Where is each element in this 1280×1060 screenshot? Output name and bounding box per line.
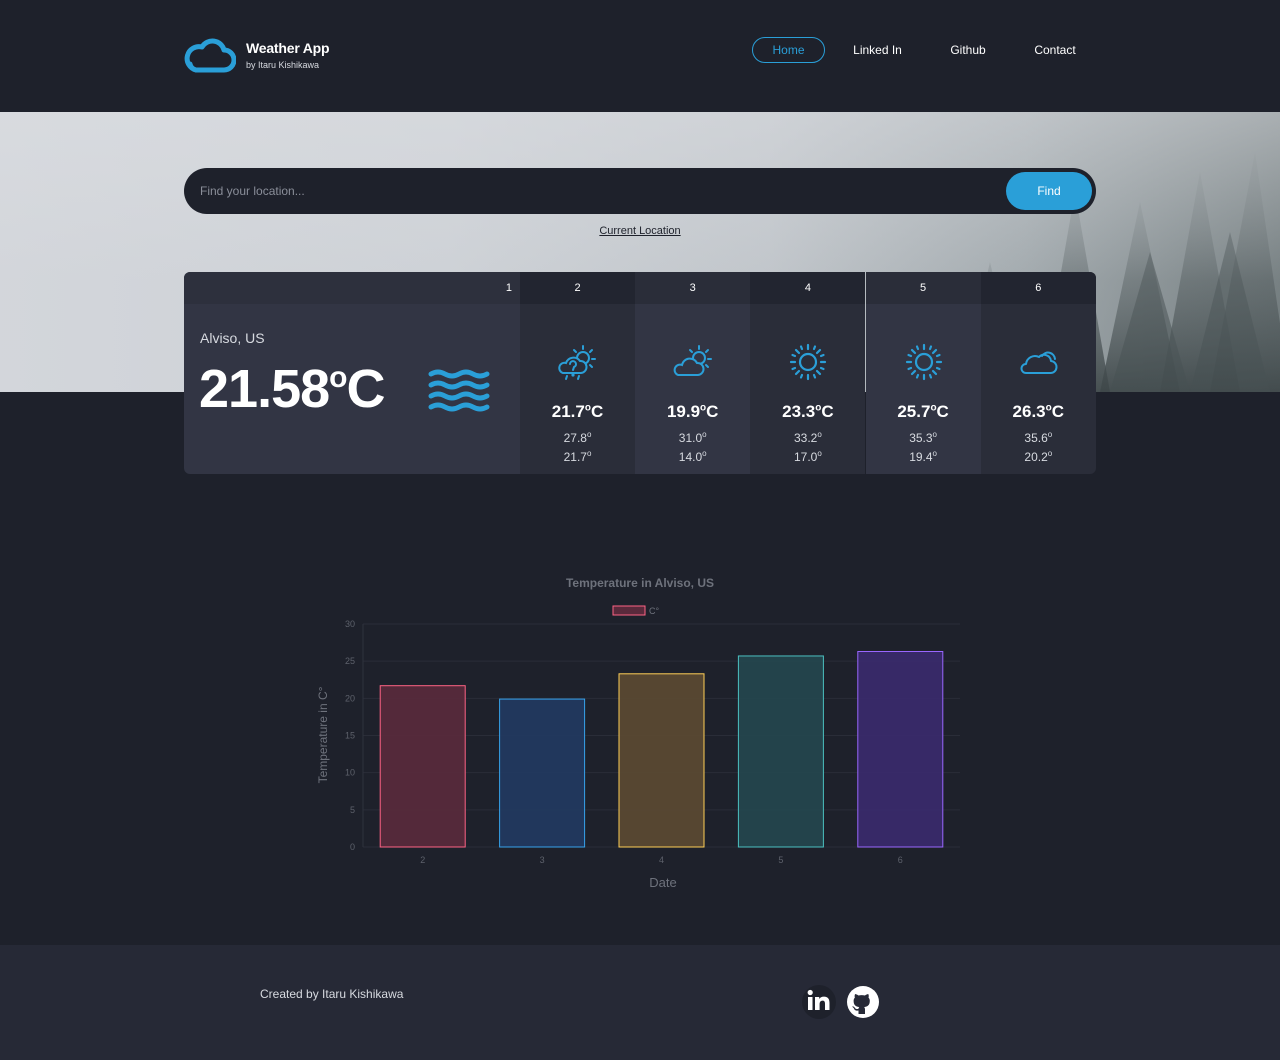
legend-swatch xyxy=(612,605,646,616)
forecast-low: 21.7o xyxy=(563,449,592,464)
sun-icon xyxy=(790,343,827,381)
footer: Created by Itaru Kishikawa xyxy=(0,945,1280,1060)
y-tick-label: 10 xyxy=(345,768,355,778)
github-icon[interactable] xyxy=(846,985,880,1019)
y-axis-label: Temperature in C° xyxy=(316,686,330,783)
forecast-card: 1 Alviso, US 21.58oC 2 21.7oC 27.8o 21.7o 3 1… xyxy=(184,272,1096,474)
location-name: Alviso, US xyxy=(200,330,265,346)
chart-bar xyxy=(737,655,824,848)
find-button[interactable]: Find xyxy=(1006,172,1092,210)
app-subtitle: by Itaru Kishikawa xyxy=(246,60,320,70)
current-temperature: 21.58oC xyxy=(199,359,385,419)
x-tick-label: 4 xyxy=(659,855,664,865)
forecast-temperature: 19.9oC xyxy=(666,402,719,421)
forecast-day-number: 5 xyxy=(865,272,981,304)
y-tick-label: 5 xyxy=(350,805,355,815)
x-tick-label: 3 xyxy=(540,855,545,865)
chart-title: Temperature in Alviso, US xyxy=(566,576,714,590)
y-tick-label: 20 xyxy=(345,693,355,703)
forecast-low: 17.0o xyxy=(793,449,822,464)
forecast-low: 19.4o xyxy=(909,449,937,464)
app-title: Weather App xyxy=(246,40,330,56)
today-day-number: 1 xyxy=(505,282,512,294)
forecast-high: 27.8o xyxy=(563,430,592,445)
forecast-day-number: 6 xyxy=(980,272,1096,304)
forecast-low: 20.2o xyxy=(1024,449,1053,464)
footer-credit: Created by Itaru Kishikawa xyxy=(260,987,404,1001)
chart-bar xyxy=(857,651,944,848)
forecast-day-number: 3 xyxy=(635,272,751,304)
forecast-temperature: 25.7oC xyxy=(897,402,949,421)
forecast-temperature: 23.3oC xyxy=(782,402,834,421)
forecast-high: 35.3o xyxy=(909,430,937,445)
linkedin-icon[interactable] xyxy=(802,985,836,1019)
chart-bar xyxy=(499,698,586,848)
cloud-icon xyxy=(1020,351,1058,374)
forecast-day: 4 23.3oC 33.2o 17.0o xyxy=(750,272,866,474)
forecast-high: 33.2o xyxy=(793,430,822,445)
x-axis-label: Date xyxy=(649,875,676,890)
sun-icon xyxy=(905,343,942,381)
search-bar: Find xyxy=(184,168,1096,214)
header: Weather App by Itaru Kishikawa Home Link… xyxy=(0,0,1280,112)
nav-linkedin[interactable]: Linked In xyxy=(845,37,910,63)
forecast-day: 6 26.3oC 35.6o 20.2o xyxy=(980,272,1096,474)
wind-waves-icon xyxy=(428,369,490,412)
y-tick-label: 15 xyxy=(345,731,355,741)
cloud-sun-icon xyxy=(673,345,713,376)
nav-home[interactable]: Home xyxy=(752,37,825,63)
x-tick-label: 6 xyxy=(898,855,903,865)
y-tick-label: 30 xyxy=(345,619,355,629)
search-input[interactable] xyxy=(200,168,980,214)
forecast-day: 2 21.7oC 27.8o 21.7o xyxy=(520,272,635,474)
nav-github[interactable]: Github xyxy=(940,37,996,63)
y-tick-label: 25 xyxy=(345,656,355,666)
nav-contact[interactable]: Contact xyxy=(1025,37,1085,63)
temperature-chart: Temperature in Alviso, USC°0510152025302… xyxy=(316,576,960,890)
forecast-day-number: 2 xyxy=(520,272,635,304)
x-tick-label: 2 xyxy=(420,855,425,865)
cloud-sun-question-icon xyxy=(558,345,596,380)
forecast-high: 31.0o xyxy=(678,430,707,445)
forecast-high: 35.6o xyxy=(1024,430,1053,445)
legend-label: C° xyxy=(649,606,659,616)
chart-bar xyxy=(379,685,466,848)
today-panel: 1 Alviso, US 21.58oC xyxy=(184,272,520,474)
forecast-day-number: 4 xyxy=(750,272,866,304)
forecast-day: 5 25.7oC 35.3o 19.4o xyxy=(865,272,981,474)
forecast-day: 3 19.9oC 31.0o 14.0o xyxy=(635,272,751,474)
current-location-link[interactable]: Current Location xyxy=(0,225,1280,237)
cloud-logo-icon[interactable] xyxy=(184,38,236,74)
y-tick-label: 0 xyxy=(350,842,355,852)
forecast-temperature: 21.7oC xyxy=(551,402,604,421)
forecast-low: 14.0o xyxy=(678,449,707,464)
x-tick-label: 5 xyxy=(778,855,783,865)
chart-bar xyxy=(618,673,705,848)
forecast-temperature: 26.3oC xyxy=(1012,402,1065,421)
